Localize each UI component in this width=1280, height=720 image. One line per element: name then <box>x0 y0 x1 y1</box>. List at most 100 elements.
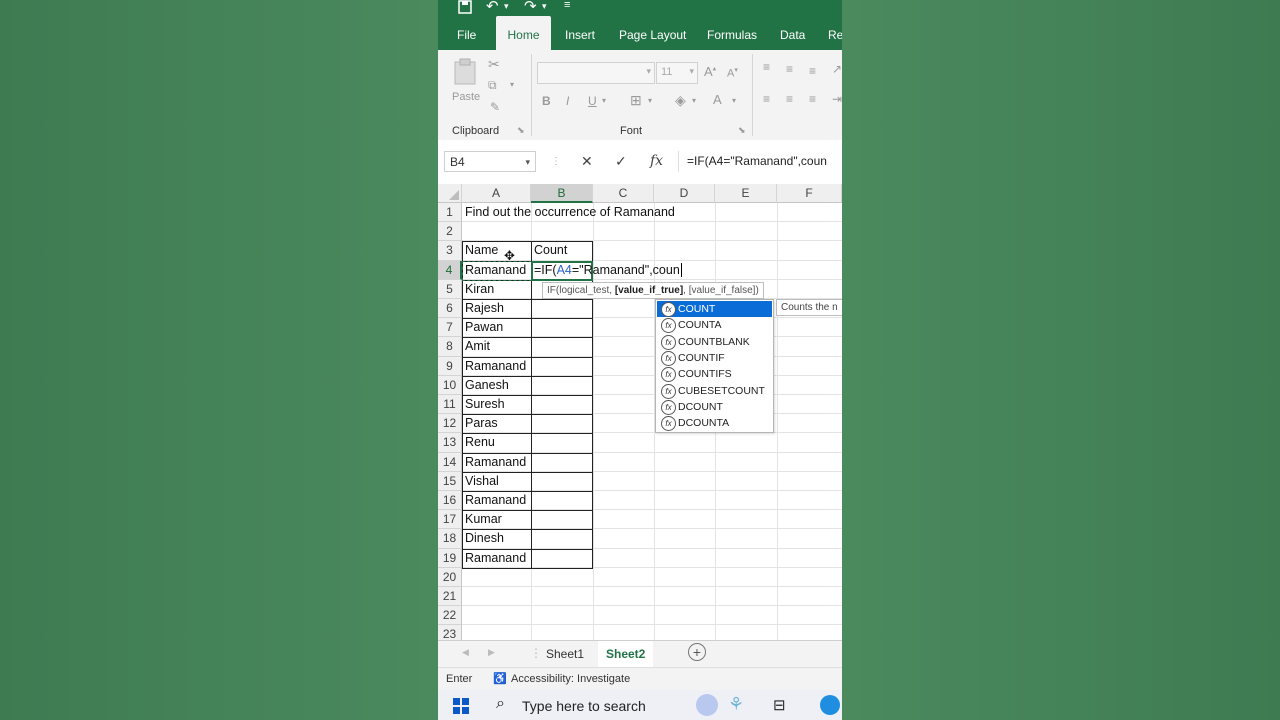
orientation-icon[interactable]: ↗ <box>832 62 842 76</box>
row-header-12[interactable]: 12 <box>438 414 462 434</box>
cell-a11[interactable]: Suresh <box>462 395 505 414</box>
accessibility-status[interactable]: Accessibility: Investigate <box>511 668 630 690</box>
row-header-9[interactable]: 9 <box>438 356 462 376</box>
cancel-icon[interactable]: ✕ <box>581 153 593 170</box>
align-right-icon[interactable]: ≡ <box>809 92 816 106</box>
column-header-a[interactable]: A <box>462 184 531 203</box>
autocomplete-item[interactable]: fx CUBESETCOUNT <box>657 383 772 399</box>
chevron-down-icon[interactable]: ▾ <box>648 96 652 105</box>
cell-a17[interactable]: Kumar <box>462 510 502 529</box>
dialog-launcher-icon[interactable]: ⬊ <box>738 125 746 136</box>
chevron-down-icon[interactable]: ▾ <box>732 96 736 105</box>
row-header-22[interactable]: 22 <box>438 606 462 626</box>
cell-a7[interactable]: Pawan <box>462 318 503 337</box>
edge-browser-icon[interactable] <box>820 695 840 715</box>
autocomplete-item[interactable]: fx DCOUNT <box>657 399 772 415</box>
chevron-down-icon[interactable]: ▾ <box>542 1 547 12</box>
cell-b3[interactable]: Count <box>531 241 567 260</box>
chevron-down-icon[interactable]: ▾ <box>602 96 606 105</box>
taskbar-search-box[interactable]: Type here to search <box>522 698 646 714</box>
cell-a13[interactable]: Renu <box>462 433 495 452</box>
task-view-icon[interactable]: ⊟ <box>773 696 786 714</box>
cell-a15[interactable]: Vishal <box>462 472 499 491</box>
italic-icon[interactable]: I <box>566 94 569 108</box>
scroll-right-icon[interactable]: ▶ <box>488 647 495 658</box>
windows-start-icon[interactable] <box>453 698 469 714</box>
scroll-left-icon[interactable]: ◀ <box>462 647 469 658</box>
column-header-c[interactable]: C <box>593 184 654 203</box>
tab-review[interactable]: Re <box>828 16 842 50</box>
cell-a1[interactable]: Find out the occurrence of Ramanand <box>462 203 675 222</box>
row-header-4[interactable]: 4 <box>438 260 462 280</box>
tab-insert[interactable]: Insert <box>565 16 595 50</box>
chevron-down-icon[interactable]: ▾ <box>504 1 509 12</box>
cell-a14[interactable]: Ramanand <box>462 453 526 472</box>
cell-a10[interactable]: Ganesh <box>462 376 509 395</box>
row-header-8[interactable]: 8 <box>438 337 462 357</box>
column-header-f[interactable]: F <box>777 184 842 203</box>
cell-a12[interactable]: Paras <box>462 414 498 433</box>
row-header-13[interactable]: 13 <box>438 433 462 453</box>
font-name-select[interactable]: ▾ <box>537 62 655 84</box>
autocomplete-item[interactable]: fx COUNTIFS <box>657 366 772 383</box>
align-bottom-icon[interactable]: ≡ <box>809 64 816 78</box>
dialog-launcher-icon[interactable]: ⬊ <box>517 125 525 136</box>
sheet-tab-sheet1[interactable]: Sheet1 <box>538 641 592 667</box>
column-header-b[interactable]: B <box>531 184 593 203</box>
indent-icon[interactable]: ⇥ <box>832 92 842 106</box>
decrease-font-icon[interactable]: A▾ <box>727 66 738 80</box>
increase-font-icon[interactable]: A▴ <box>704 64 716 79</box>
row-header-11[interactable]: 11 <box>438 395 462 415</box>
row-header-6[interactable]: 6 <box>438 299 462 319</box>
cut-icon[interactable]: ✂ <box>488 56 500 73</box>
copy-icon[interactable]: ⧉ <box>488 78 497 93</box>
row-header-15[interactable]: 15 <box>438 471 462 491</box>
row-header-10[interactable]: 10 <box>438 375 462 395</box>
cell-a19[interactable]: Ramanand <box>462 549 526 568</box>
tab-data[interactable]: Data <box>780 16 805 50</box>
row-header-18[interactable]: 18 <box>438 529 462 549</box>
align-center-icon[interactable]: ≡ <box>786 92 793 106</box>
tab-formulas[interactable]: Formulas <box>707 16 757 50</box>
autocomplete-item[interactable]: fx COUNTIF <box>657 350 772 366</box>
insert-function-icon[interactable]: fx <box>650 153 663 169</box>
autocomplete-item[interactable]: fx DCOUNTA <box>657 415 772 432</box>
select-all-corner[interactable] <box>438 184 462 203</box>
align-middle-icon[interactable]: ≡ <box>786 62 793 76</box>
fill-color-icon[interactable]: ◈ <box>675 92 686 109</box>
borders-icon[interactable]: ⊞ <box>630 92 642 109</box>
cell-a3[interactable]: Name <box>462 241 498 260</box>
autocomplete-item[interactable]: fx COUNTA <box>657 317 772 334</box>
paste-button[interactable]: Paste <box>452 58 480 108</box>
row-header-17[interactable]: 17 <box>438 510 462 530</box>
autocomplete-item[interactable]: fx COUNT <box>657 301 772 318</box>
tab-page-layout[interactable]: Page Layout <box>619 16 686 50</box>
row-header-14[interactable]: 14 <box>438 452 462 472</box>
cell-a5[interactable]: Kiran <box>462 280 494 299</box>
cell-a18[interactable]: Dinesh <box>462 529 504 548</box>
row-header-19[interactable]: 19 <box>438 548 462 568</box>
tab-file[interactable]: File <box>457 16 476 50</box>
formula-input[interactable]: =IF(A4="Ramanand",coun <box>678 151 842 172</box>
name-box[interactable]: B4 ▾ <box>444 151 536 172</box>
row-header-2[interactable]: 2 <box>438 222 462 242</box>
font-color-icon[interactable]: A <box>713 92 722 107</box>
chevron-down-icon[interactable]: ▾ <box>510 80 514 89</box>
format-painter-icon[interactable]: ✎ <box>490 100 500 114</box>
add-sheet-icon[interactable]: + <box>688 643 706 661</box>
row-header-3[interactable]: 3 <box>438 241 462 261</box>
row-header-16[interactable]: 16 <box>438 491 462 511</box>
underline-icon[interactable]: U <box>588 94 597 108</box>
cell-a9[interactable]: Ramanand <box>462 357 526 376</box>
bold-icon[interactable]: B <box>542 94 551 108</box>
column-header-d[interactable]: D <box>654 184 715 203</box>
enter-icon[interactable]: ✓ <box>615 153 627 170</box>
search-highlight-icon[interactable] <box>696 694 718 716</box>
column-header-e[interactable]: E <box>715 184 777 203</box>
font-size-select[interactable]: 11 ▾ <box>656 62 698 84</box>
cell-a6[interactable]: Rajesh <box>462 299 504 318</box>
cell-a8[interactable]: Amit <box>462 337 490 356</box>
customize-qat-icon[interactable]: ≡ <box>564 0 570 11</box>
row-header-21[interactable]: 21 <box>438 587 462 607</box>
cell-a16[interactable]: Ramanand <box>462 491 526 510</box>
